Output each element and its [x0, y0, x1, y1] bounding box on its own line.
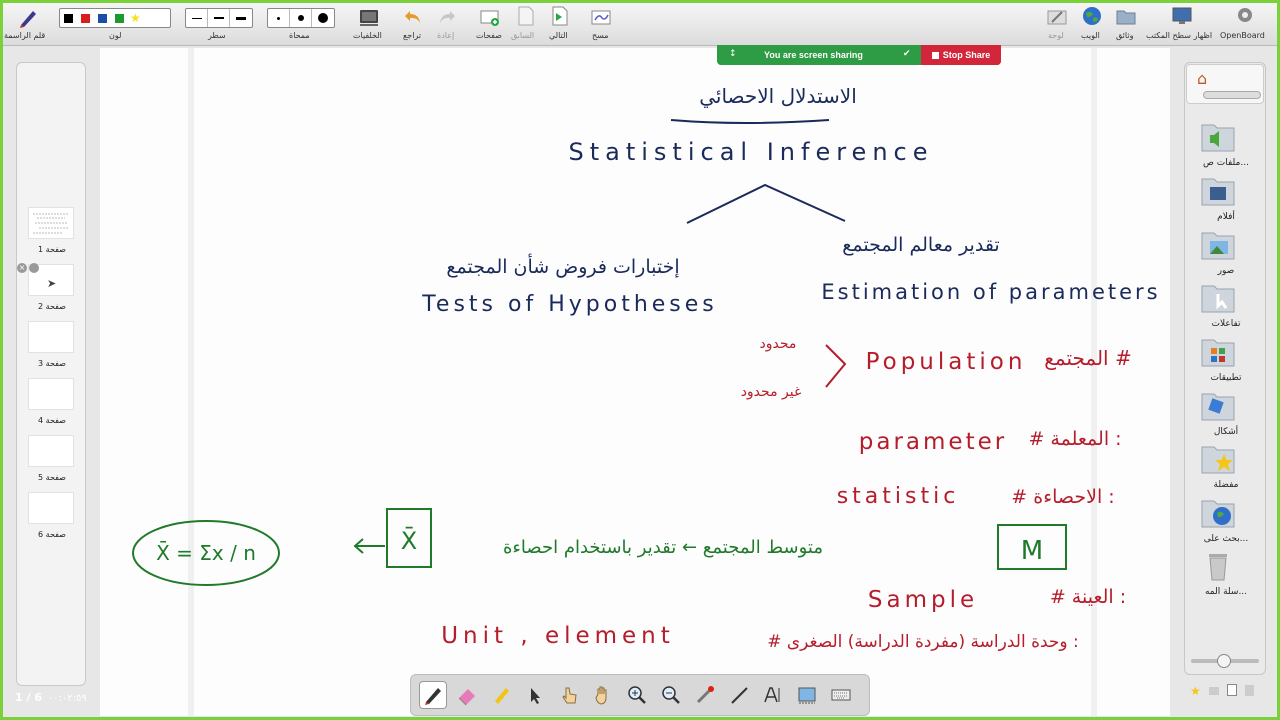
- statistic-arabic: : الاحصاءة #: [1011, 486, 1114, 508]
- interactive-folder-icon[interactable]: [1200, 280, 1236, 314]
- library-item-label: تطبيقات: [1210, 373, 1242, 383]
- mu-symbol: M: [1021, 536, 1043, 566]
- zoom-slider[interactable]: [1191, 654, 1259, 668]
- stop-icon: [931, 51, 939, 59]
- arrow-to-xbar: [353, 538, 385, 554]
- trash-icon[interactable]: [1200, 548, 1236, 582]
- stop-share-button[interactable]: Stop Share: [921, 45, 1001, 65]
- apps-folder-icon[interactable]: [1200, 334, 1236, 368]
- tool-dock: [410, 674, 870, 716]
- movies-folder-icon[interactable]: [1200, 173, 1236, 207]
- highlighter-tool-button[interactable]: [487, 681, 515, 709]
- stop-share-label: Stop Share: [942, 50, 991, 60]
- parameter-arabic: : المعلمة #: [1028, 428, 1121, 450]
- library-item-label: مفضلة: [1213, 480, 1239, 490]
- library-header: ⌂: [1186, 64, 1264, 104]
- line-icon: [731, 687, 748, 704]
- arrow-pointer-icon: [531, 688, 540, 704]
- tests-english: Tests of Hypotheses: [421, 292, 718, 317]
- hand-icon: [595, 686, 607, 705]
- library-item-label: أفلام: [1217, 212, 1235, 222]
- library-item-label: أشكال: [1213, 427, 1239, 437]
- tests-arabic: إختبارات فروض شأن المجتمع: [446, 253, 679, 279]
- zoom-in-tool-button[interactable]: [623, 681, 651, 709]
- zoom-in-icon: [628, 686, 646, 704]
- zoom-out-tool-button[interactable]: [657, 681, 685, 709]
- new-item-icon[interactable]: [1227, 684, 1237, 696]
- eraser-tool-button[interactable]: [453, 681, 481, 709]
- population-brace: [825, 344, 847, 388]
- shapes-folder-icon[interactable]: [1200, 388, 1236, 422]
- screen-capture-icon: [798, 687, 816, 704]
- unit-english: Unit , element: [441, 623, 675, 649]
- zoom-slider-thumb[interactable]: [1217, 654, 1231, 668]
- library-item-label: ملفات ص...: [1203, 158, 1249, 168]
- share-status-text: You are screen sharing: [764, 50, 863, 60]
- library-item-label: سلة المه...: [1204, 587, 1248, 597]
- screen-share-bar: ↕ You are screen sharing ✔ Stop Share: [717, 45, 1001, 65]
- text-tool-button[interactable]: [759, 681, 787, 709]
- delete-icon[interactable]: [1245, 685, 1254, 696]
- hand-tool-button[interactable]: [589, 681, 617, 709]
- home-icon[interactable]: ⌂: [1197, 69, 1207, 88]
- xbar-symbol: X̄: [401, 526, 417, 555]
- web-search-icon[interactable]: [1200, 495, 1236, 529]
- title-english: Statistical Inference: [569, 138, 934, 166]
- sample-english: Sample: [868, 587, 978, 613]
- library-item-label: بحث على...: [1203, 534, 1249, 544]
- laser-pointer-tool-button[interactable]: [691, 681, 719, 709]
- population-arabic: # المجتمع: [1044, 346, 1131, 370]
- line-tool-button[interactable]: [725, 681, 753, 709]
- limited-label: محدود: [760, 336, 797, 352]
- eraser-icon: [458, 689, 475, 706]
- laser-pointer-icon: [696, 686, 714, 704]
- branch-lines: [686, 183, 846, 224]
- select-tool-button[interactable]: [521, 681, 549, 709]
- library-item-label: تفاعلات: [1211, 319, 1241, 329]
- audio-folder-icon[interactable]: [1200, 119, 1236, 153]
- zoom-out-icon: [662, 686, 680, 704]
- app-window: قلم الراسمة ★ لون سطر ممحاة الخلفيات ترا…: [3, 3, 1277, 717]
- drag-handle-icon[interactable]: ↕: [729, 49, 737, 59]
- pointing-hand-icon: [562, 687, 577, 704]
- library-item-label: صور: [1217, 266, 1235, 276]
- unit-arabic: : وحدة الدراسة (مفردة الدراسة) الصغرى #: [767, 632, 1079, 652]
- board-ink-layer: الاستدلال الاحصائي Statistical Inference…: [132, 84, 1160, 652]
- title-underline: [670, 119, 830, 124]
- favorites-folder-icon[interactable]: [1200, 441, 1236, 475]
- virtual-keyboard-button[interactable]: [827, 681, 855, 709]
- population-english: Population: [866, 349, 1027, 375]
- interact-tool-button[interactable]: [555, 681, 583, 709]
- parameter-english: parameter: [859, 429, 1007, 455]
- keyboard-icon: [831, 689, 851, 701]
- new-folder-icon[interactable]: [1209, 687, 1219, 695]
- library-scrollbar[interactable]: [1203, 91, 1261, 99]
- estimation-english: Estimation of parameters: [821, 280, 1160, 304]
- estimation-arabic: تقدير معالم المجتمع: [842, 234, 999, 256]
- capture-tool-button[interactable]: [793, 681, 821, 709]
- estimation-arrow-text: متوسط المجتمع ← تقدير باستخدام احصاءة: [503, 537, 823, 558]
- shield-icon: ✔: [903, 49, 911, 59]
- pen-icon: [425, 688, 441, 705]
- highlighter-icon: [495, 688, 509, 704]
- text-icon: [764, 687, 780, 703]
- mean-formula: X̄ = Σx / n: [156, 540, 256, 565]
- unlimited-label: غير محدود: [741, 384, 802, 400]
- sample-arabic: : العينة #: [1050, 586, 1126, 608]
- pen-tool-button[interactable]: [419, 681, 447, 709]
- statistic-english: statistic: [837, 484, 960, 509]
- favorite-star-icon[interactable]: ★: [1190, 684, 1201, 698]
- title-arabic: الاستدلال الاحصائي: [699, 84, 857, 109]
- pictures-folder-icon[interactable]: [1200, 227, 1236, 261]
- library-panel: ⌂ ملفات ص... أفلام صور تفاعلات تطبيقات أ…: [1184, 62, 1266, 675]
